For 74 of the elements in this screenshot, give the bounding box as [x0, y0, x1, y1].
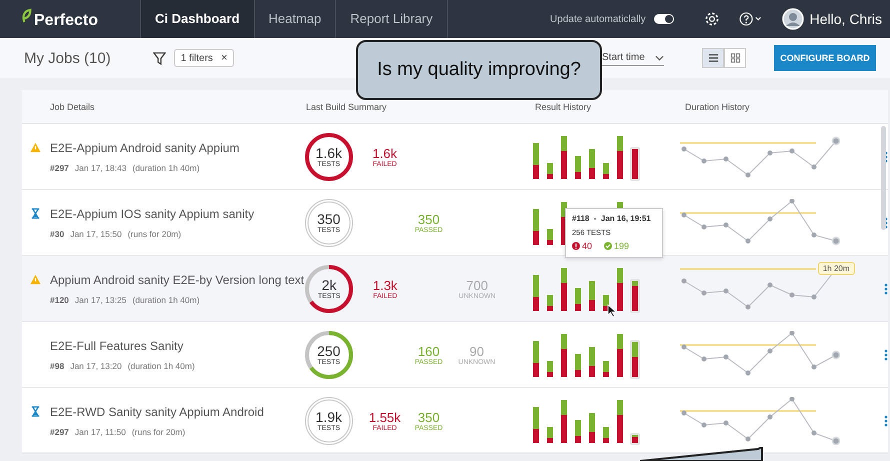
tests-count: 2k [322, 277, 337, 293]
stat-value: 1.55k [368, 410, 401, 424]
job-name[interactable]: E2E-Appium Android sanity Appium [50, 140, 240, 154]
filter-icon[interactable] [152, 52, 166, 64]
build-number: #120 [50, 294, 69, 304]
help-icon[interactable] [738, 11, 764, 27]
more-options-icon[interactable] [884, 282, 888, 294]
build-time: Jan 17, 18:43 [74, 162, 126, 172]
avatar-icon[interactable] [782, 8, 804, 30]
build-time: Jan 17, 15:50 [70, 228, 122, 238]
nav-tab[interactable]: Ci Dashboard [141, 0, 255, 38]
warning-icon [30, 274, 41, 285]
hourglass-icon [30, 406, 41, 417]
build-time: Jan 17, 13:20 [70, 360, 122, 370]
hourglass-icon [30, 208, 41, 219]
build-number: #98 [50, 360, 64, 370]
stat-value: 160 [418, 344, 440, 358]
page-title: My Jobs (10) [24, 50, 111, 66]
warning-icon [30, 142, 41, 153]
build-number: #297 [50, 426, 69, 436]
tests-count: 350 [317, 211, 340, 227]
build-duration: (duration 1h 40m) [132, 162, 200, 172]
tests-count: 1.6k [316, 145, 342, 161]
column-header: Duration History [685, 102, 751, 112]
auto-update-toggle[interactable] [654, 14, 674, 24]
auto-update-label: Update automaticlally [550, 14, 646, 24]
more-options-icon[interactable] [884, 348, 888, 360]
callout: Is my quality improving? [356, 40, 602, 100]
more-options-icon[interactable] [884, 414, 888, 426]
job-name[interactable]: Appium Android sanity E2E-by Version long text [50, 272, 304, 286]
logo-text: Perfecto [34, 12, 98, 30]
leaf-icon [20, 8, 32, 24]
stat-value: 1.6k [372, 146, 398, 160]
cursor-icon [607, 304, 617, 318]
tests-count: 250 [317, 343, 340, 359]
tests-ring [304, 198, 354, 248]
stat-value: 1.3k [372, 278, 398, 292]
error-icon [572, 242, 580, 250]
tooltip-failed-count: 40 [582, 241, 592, 251]
build-number: #297 [50, 162, 69, 172]
job-name[interactable]: E2E-Full Features Sanity [50, 338, 184, 352]
tooltip-title: #118 - Jan 16, 19:51 [572, 214, 651, 224]
check-icon [604, 242, 612, 250]
list-icon [708, 53, 718, 63]
tests-ring [304, 396, 354, 446]
build-time: Jan 17, 13:25 [74, 294, 126, 304]
stat-value: 700 [466, 278, 488, 292]
build-time: Jan 17, 11:50 [74, 426, 126, 436]
tests-count: 1.9k [316, 409, 342, 425]
duration-badge: 1h 20m [818, 262, 855, 274]
stat-value: 350 [418, 410, 440, 424]
scrollbar[interactable] [881, 126, 886, 230]
user-greeting[interactable]: Hello, Chris [810, 11, 882, 27]
build-duration: (duration 1h 40m) [132, 294, 200, 304]
build-duration: (duration 1h 40m) [128, 360, 195, 370]
column-header: Result History [535, 102, 592, 112]
caret-icon [655, 54, 664, 60]
build-duration: (runs for 20m) [128, 228, 182, 238]
remove-filter-button[interactable]: × [220, 52, 228, 64]
filter-chip-label: 1 filters [180, 52, 213, 64]
tooltip-passed-count: 199 [614, 241, 630, 251]
column-header: Last Build Summary [306, 102, 388, 112]
list-view-button[interactable] [702, 48, 724, 68]
stat-value: 350 [418, 212, 440, 226]
grid-icon [730, 53, 740, 63]
build-duration: (runs for 20m) [132, 426, 186, 436]
job-name[interactable]: E2E-RWD Sanity sanity Appium Android [50, 404, 264, 418]
grid-view-button[interactable] [724, 48, 746, 68]
settings-icon[interactable] [704, 11, 720, 27]
build-number: #30 [50, 228, 64, 238]
configure-board-button[interactable]: CONFIGURE BOARD [774, 45, 876, 71]
job-name[interactable]: E2E-Appium IOS sanity Appium sanity [50, 206, 254, 220]
stat-value: 90 [470, 344, 484, 358]
column-header: Job Details [49, 102, 96, 112]
